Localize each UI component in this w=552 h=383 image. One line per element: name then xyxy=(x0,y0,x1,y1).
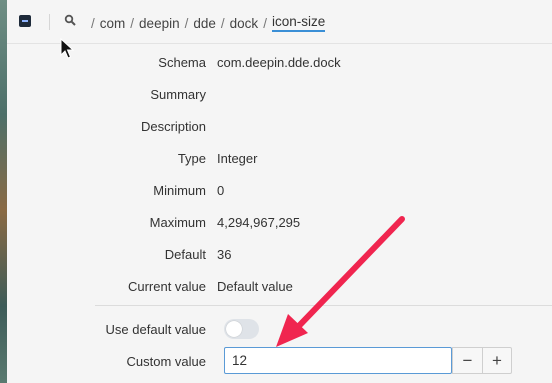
property-row-maximum: Maximum 4,294,967,295 xyxy=(7,212,552,232)
property-label: Schema xyxy=(158,54,206,70)
breadcrumb-separator: / xyxy=(130,15,135,31)
property-row-current-value: Current value Default value xyxy=(7,276,552,296)
toggle-knob xyxy=(226,321,242,337)
breadcrumb-dde[interactable]: dde xyxy=(193,16,216,31)
use-default-row: Use default value xyxy=(7,319,552,339)
breadcrumb-com[interactable]: com xyxy=(100,16,126,31)
property-label: Default xyxy=(164,246,206,262)
property-label: Description xyxy=(140,118,206,134)
property-label: Type xyxy=(177,150,206,166)
breadcrumb-separator: / xyxy=(220,15,225,31)
breadcrumb-dock[interactable]: dock xyxy=(230,16,259,31)
property-row-default: Default 36 xyxy=(7,244,552,264)
titlebar-separator xyxy=(49,14,50,30)
property-row-minimum: Minimum 0 xyxy=(7,180,552,200)
custom-value-label: Custom value xyxy=(126,353,206,369)
property-value: Integer xyxy=(217,150,258,166)
mouse-cursor-icon xyxy=(60,38,74,59)
property-value: Default value xyxy=(217,278,293,294)
breadcrumb-deepin[interactable]: deepin xyxy=(139,16,180,31)
breadcrumb-current-key[interactable]: icon-size xyxy=(271,14,326,32)
breadcrumb-separator: / xyxy=(91,15,95,31)
property-label: Current value xyxy=(127,278,206,294)
increment-button[interactable]: + xyxy=(482,347,512,374)
property-label: Minimum xyxy=(153,182,206,198)
use-default-label: Use default value xyxy=(105,321,206,337)
property-row-schema: Schema com.deepin.dde.dock xyxy=(7,52,552,72)
titlebar: / com / deepin / dde / dock / icon-size xyxy=(7,0,552,44)
property-label: Maximum xyxy=(149,214,206,230)
property-value: com.deepin.dde.dock xyxy=(217,54,341,70)
custom-value-input[interactable] xyxy=(224,347,452,374)
section-divider xyxy=(95,305,552,306)
property-value: 36 xyxy=(217,246,232,262)
breadcrumb-separator: / xyxy=(184,15,189,31)
breadcrumb-separator: / xyxy=(263,15,267,31)
dconf-editor-window: / com / deepin / dde / dock / icon-size … xyxy=(7,0,552,383)
dconf-editor-icon[interactable] xyxy=(19,15,31,27)
decrement-button[interactable]: − xyxy=(452,347,482,374)
property-value: 4,294,967,295 xyxy=(217,214,301,230)
search-icon[interactable] xyxy=(64,14,76,26)
property-value: 0 xyxy=(217,182,225,198)
property-row-summary: Summary xyxy=(7,84,552,104)
use-default-toggle[interactable] xyxy=(224,319,259,339)
property-label: Summary xyxy=(150,86,206,102)
breadcrumb: / com / deepin / dde / dock / icon-size xyxy=(86,14,326,32)
property-row-type: Type Integer xyxy=(7,148,552,168)
property-row-description: Description xyxy=(7,116,552,136)
